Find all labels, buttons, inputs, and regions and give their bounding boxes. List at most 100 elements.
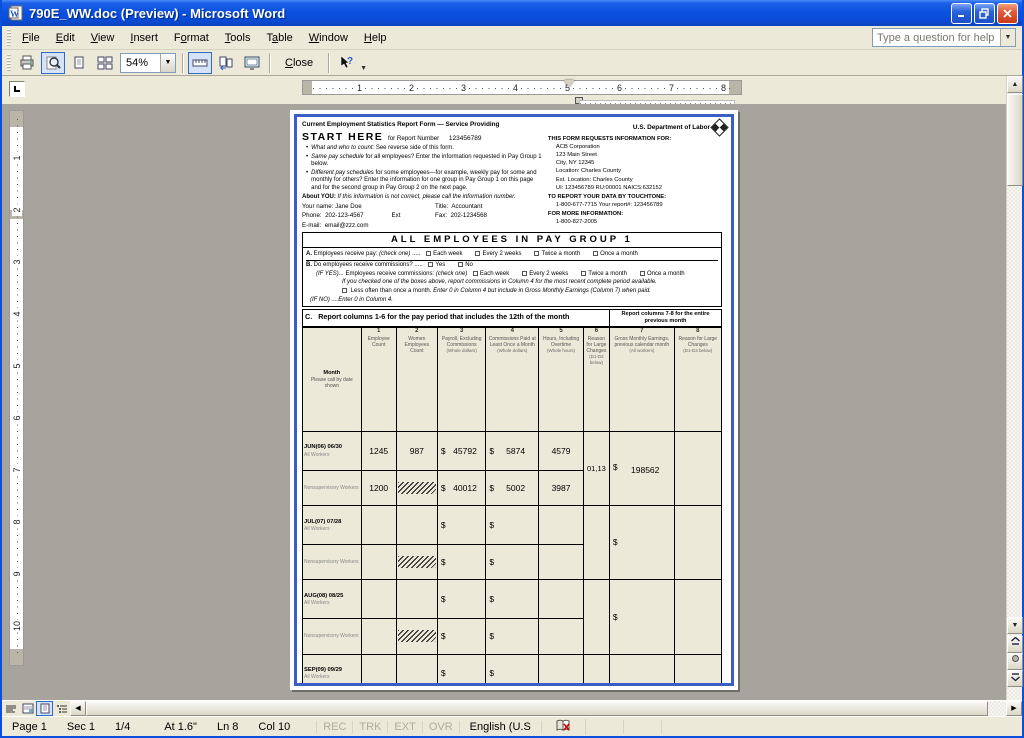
hatched-area [398, 482, 436, 494]
company-ids: UI: 123456789 RU:00001 NAICS:632152 [556, 185, 726, 192]
normal-view-button[interactable] [2, 701, 19, 716]
cell-reason-6 [583, 580, 609, 654]
checkbox [534, 251, 539, 256]
ruler-margin-left [303, 81, 312, 94]
spellcheck-status-icon[interactable] [542, 719, 586, 735]
view-ruler-button[interactable] [188, 52, 212, 74]
menu-table[interactable]: Table [258, 28, 300, 48]
multiple-pages-button[interactable] [93, 52, 117, 74]
status-toggle-rec[interactable]: REC [317, 721, 353, 733]
vertical-scrollbar[interactable]: ▲ ▼ [1006, 76, 1022, 700]
option-every-2-weeks: Every 2 weeks [475, 251, 521, 257]
cell-women-count-all: 987 [396, 432, 437, 471]
magnifier-button[interactable] [41, 52, 65, 74]
cell-commissions-nonsup: $5002 [486, 471, 539, 506]
print-preview-toolbar: 54% ▼ Close ? ▼ [2, 50, 1022, 76]
tab-stop-selector[interactable] [9, 81, 25, 97]
ruler-strip: 12345678 [2, 76, 1022, 104]
first-line-indent-marker[interactable] [564, 80, 574, 87]
menu-edit[interactable]: Edit [48, 28, 83, 48]
menu-window[interactable]: Window [301, 28, 356, 48]
toolbar-separator [328, 53, 329, 73]
status-section: Sec 1 [57, 721, 105, 733]
ruler-number: 7 [12, 464, 22, 476]
chevron-down-icon[interactable]: ▼ [1000, 29, 1015, 46]
scroll-down-button[interactable]: ▼ [1007, 617, 1023, 634]
status-toggle-ext[interactable]: EXT [388, 721, 422, 733]
menu-tools[interactable]: Tools [217, 28, 259, 48]
horizontal-scrollbar-track[interactable] [86, 701, 1006, 716]
toolbar-drag-handle[interactable] [7, 54, 11, 72]
checkbox [593, 251, 598, 256]
document-page[interactable]: Current Employment Statistics Report For… [290, 110, 738, 690]
word-document-icon: W [8, 5, 24, 21]
web-layout-view-button[interactable] [19, 701, 36, 716]
full-screen-button[interactable] [240, 52, 264, 74]
checkbox [522, 271, 527, 276]
cell-commissions-all: $ [486, 654, 539, 686]
scroll-right-button[interactable]: ▶ [1006, 701, 1022, 716]
scrollbar-thumb[interactable] [1007, 94, 1023, 186]
status-bar: Page 1 Sec 1 1/4 At 1.6" Ln 8 Col 10 REC… [2, 716, 1022, 736]
select-browse-object-button[interactable] [1007, 653, 1023, 670]
scroll-up-button[interactable]: ▲ [1007, 76, 1023, 93]
cell-commissions-all: $ [486, 506, 539, 545]
close-preview-button[interactable]: Close [274, 53, 324, 73]
cell-payroll-all: $ [437, 506, 486, 545]
vertical-ruler[interactable]: 12345678910 [9, 110, 24, 666]
menu-insert[interactable]: Insert [122, 28, 166, 48]
shrink-to-fit-button[interactable] [214, 52, 238, 74]
cell-hours-all [539, 654, 584, 686]
zoom-combobox[interactable]: 54% ▼ [120, 53, 176, 73]
option-once-a-month: Once a month [593, 251, 638, 257]
menu-view[interactable]: View [83, 28, 123, 48]
company-name: ACB Corporation [556, 144, 726, 151]
cell-employee-count-all [361, 506, 396, 545]
zoom-dropdown-arrow[interactable]: ▼ [160, 54, 175, 72]
instruction-bullet: •Different pay schedules for some employ… [306, 170, 544, 193]
print-button[interactable] [15, 52, 39, 74]
horizontal-scrollbar-thumb[interactable] [86, 701, 988, 716]
ruler-number: 8 [720, 83, 727, 93]
left-tab-icon [14, 86, 20, 92]
minimize-button[interactable] [951, 3, 972, 24]
previous-page-button[interactable] [1007, 636, 1023, 653]
next-page-button[interactable] [1007, 670, 1023, 687]
restore-button[interactable] [974, 3, 995, 24]
month-cell: SEP(09) 09/29All Workers [303, 654, 362, 686]
company-address2: City, NY 12345 [556, 160, 726, 167]
form-title: Current Employment Statistics Report For… [302, 121, 544, 129]
if-no-note: (IF NO) ....Enter 0 in Column 4. [310, 297, 718, 305]
scroll-left-button[interactable]: ◀ [70, 701, 86, 716]
status-toggle-ovr[interactable]: OVR [423, 721, 460, 733]
menu-help[interactable]: Help [356, 28, 395, 48]
horizontal-scrollbar-row: ◀ ▶ [2, 700, 1022, 716]
horizontal-ruler[interactable]: 12345678 [302, 80, 742, 95]
option-yes: Yes [428, 262, 445, 268]
question-help-box[interactable]: Type a question for help ▼ [872, 28, 1016, 47]
cell-commissions-nonsup: $ [486, 619, 539, 654]
status-toggle-trk[interactable]: TRK [353, 721, 388, 733]
help-button[interactable]: ? [334, 52, 358, 74]
one-page-button[interactable] [67, 52, 91, 74]
instruction-bullet: •Same pay schedule for all employees? En… [306, 154, 544, 169]
cell-women-count-all [396, 580, 437, 619]
menu-format[interactable]: Format [166, 28, 217, 48]
column-header-7: 7Gross Monthly Earnings, previous calend… [609, 328, 674, 432]
toolbar-options-arrow[interactable]: ▼ [360, 65, 367, 75]
cell-women-count-nonsup-hatched [396, 619, 437, 654]
dol-header: U.S. Department of Labor [548, 121, 726, 134]
outline-view-button[interactable] [53, 701, 70, 716]
menu-drag-handle[interactable] [7, 29, 11, 47]
checkbox [475, 251, 480, 256]
option-each-week: Each week [426, 251, 462, 257]
menu-file[interactable]: File [14, 28, 48, 48]
hatched-area [398, 556, 436, 568]
status-language[interactable]: English (U.S [460, 721, 542, 733]
option-every-2-weeks: Every 2 weeks [522, 271, 568, 277]
cell-payroll-nonsup: $ [437, 545, 486, 580]
ruler-number: 6 [12, 412, 22, 424]
close-window-button[interactable] [997, 3, 1018, 24]
dol-eagle-logo-icon [710, 118, 728, 136]
print-layout-view-button[interactable] [36, 701, 53, 716]
